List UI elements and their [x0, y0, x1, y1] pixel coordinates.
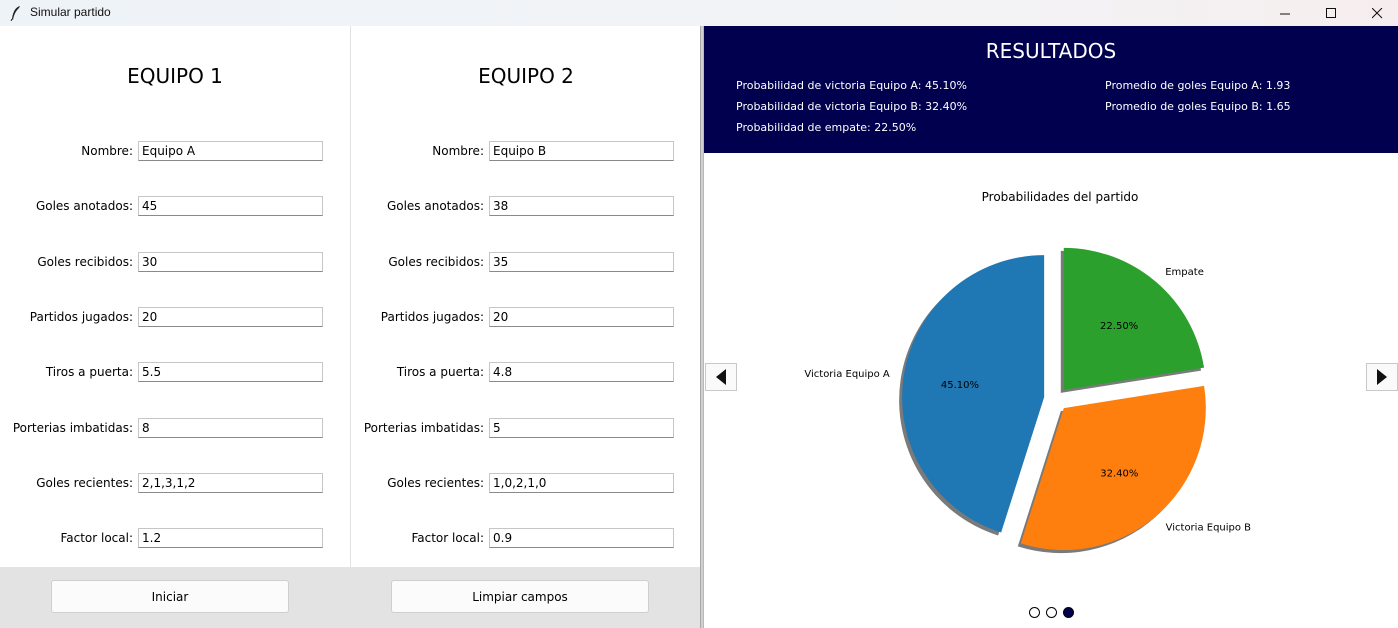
team2-field-recent-goals: Goles recientes: — [351, 473, 701, 495]
pie-pct-label: 22.50% — [1100, 321, 1138, 332]
team2-shots-on-target-input[interactable] — [489, 362, 674, 382]
team2-goals-conceded-input[interactable] — [489, 252, 674, 272]
team1-clean-sheets-input[interactable] — [138, 418, 323, 438]
action-bar: Iniciar Limpiar campos — [0, 567, 700, 628]
pie-category-label: Empate — [1165, 267, 1204, 278]
pie-category-label: Victoria Equipo A — [804, 369, 890, 380]
window-title: Simular partido — [30, 5, 111, 19]
prob-team-b: Probabilidad de victoria Equipo B: 32.40… — [736, 100, 968, 113]
team2-title: EQUIPO 2 — [478, 64, 574, 88]
page-dot-1[interactable] — [1029, 607, 1040, 618]
field-label: Partidos jugados: — [29, 310, 133, 324]
page-indicator — [1029, 607, 1079, 621]
minimize-button[interactable] — [1262, 0, 1308, 26]
team1-name-input[interactable] — [138, 141, 323, 161]
team1-field-home-factor: Factor local: — [0, 528, 350, 550]
team1-title: EQUIPO 1 — [127, 64, 223, 88]
team1-home-factor-input[interactable] — [138, 528, 323, 548]
field-label: Goles recientes: — [387, 476, 484, 490]
team2-field-matches-played: Partidos jugados: — [351, 307, 701, 329]
results-title: RESULTADOS — [985, 39, 1117, 63]
chart-title: Probabilidades del partido — [982, 190, 1139, 204]
minimize-icon — [1279, 13, 1290, 14]
team2-name-input[interactable] — [489, 141, 674, 161]
arrow-left-icon — [716, 369, 726, 385]
field-label: Goles recientes: — [36, 476, 133, 490]
team1-field-recent-goals: Goles recientes: — [0, 473, 350, 495]
field-label: Porterias imbatidas: — [12, 421, 133, 435]
field-label: Tiros a puerta: — [396, 365, 484, 379]
results-panel: RESULTADOS Probabilidad de victoria Equi… — [704, 26, 1398, 628]
field-label: Factor local: — [411, 531, 484, 545]
pie-pct-label: 45.10% — [941, 380, 979, 391]
field-label: Nombre: — [81, 144, 133, 158]
pie-slice-victoria-equipo-a — [902, 255, 1045, 533]
team2-goals-scored-input[interactable] — [489, 196, 674, 216]
team2-field-goals-scored: Goles anotados: — [351, 196, 701, 218]
close-icon — [1371, 7, 1382, 18]
input-panel: EQUIPO 1 Nombre: Goles anotados: Goles r… — [0, 26, 700, 628]
page-dot-2[interactable] — [1046, 607, 1057, 618]
team2-home-factor-input[interactable] — [489, 528, 674, 548]
field-label: Partidos jugados: — [380, 310, 484, 324]
team2-form: EQUIPO 2 Nombre: Goles anotados: Goles r… — [350, 26, 700, 567]
team2-field-clean-sheets: Porterias imbatidas: — [351, 418, 701, 440]
pie-chart: Probabilidades del partido 45.10% Victori… — [804, 190, 1252, 554]
next-chart-button[interactable] — [1366, 363, 1398, 391]
field-label: Porterias imbatidas: — [363, 421, 484, 435]
team2-recent-goals-input[interactable] — [489, 473, 674, 493]
results-header: RESULTADOS Probabilidad de victoria Equi… — [704, 26, 1398, 153]
team2-field-shots-on-target: Tiros a puerta: — [351, 362, 701, 384]
field-label: Goles recibidos: — [388, 255, 484, 269]
team1-form: EQUIPO 1 Nombre: Goles anotados: Goles r… — [0, 26, 350, 567]
maximize-icon — [1325, 7, 1336, 18]
prob-draw: Probabilidad de empate: 22.50% — [736, 121, 917, 134]
team1-field-clean-sheets: Porterias imbatidas: — [0, 418, 350, 440]
team1-matches-played-input[interactable] — [138, 307, 323, 327]
field-label: Goles anotados: — [35, 199, 133, 213]
team1-shots-on-target-input[interactable] — [138, 362, 323, 382]
close-button[interactable] — [1354, 0, 1398, 26]
team1-goals-scored-input[interactable] — [138, 196, 323, 216]
clear-fields-button[interactable]: Limpiar campos — [391, 580, 649, 613]
field-label: Goles anotados: — [386, 199, 484, 213]
team1-field-goals-scored: Goles anotados: — [0, 196, 350, 218]
title-bar: Simular partido — [0, 0, 1398, 26]
field-label: Factor local: — [60, 531, 133, 545]
team1-field-matches-played: Partidos jugados: — [0, 307, 350, 329]
team1-field-name: Nombre: — [0, 141, 350, 163]
maximize-button[interactable] — [1308, 0, 1354, 26]
team1-recent-goals-input[interactable] — [138, 473, 323, 493]
pie-category-label: Victoria Equipo B — [1166, 523, 1252, 534]
team2-clean-sheets-input[interactable] — [489, 418, 674, 438]
pie-pct-label: 32.40% — [1100, 469, 1138, 480]
field-label: Tiros a puerta: — [45, 365, 133, 379]
prob-team-a: Probabilidad de victoria Equipo A: 45.10… — [736, 79, 967, 92]
field-label: Nombre: — [432, 144, 484, 158]
feather-icon — [10, 6, 20, 21]
field-label: Goles recibidos: — [37, 255, 133, 269]
team1-field-goals-conceded: Goles recibidos: — [0, 252, 350, 274]
team1-field-shots-on-target: Tiros a puerta: — [0, 362, 350, 384]
team2-field-name: Nombre: — [351, 141, 701, 163]
page-dot-3[interactable] — [1063, 607, 1074, 618]
avg-goals-team-b: Promedio de goles Equipo B: 1.65 — [1105, 100, 1291, 113]
previous-chart-button[interactable] — [705, 363, 737, 391]
team2-field-home-factor: Factor local: — [351, 528, 701, 550]
team2-matches-played-input[interactable] — [489, 307, 674, 327]
team1-goals-conceded-input[interactable] — [138, 252, 323, 272]
avg-goals-team-a: Promedio de goles Equipo A: 1.93 — [1105, 79, 1291, 92]
team2-field-goals-conceded: Goles recibidos: — [351, 252, 701, 274]
arrow-right-icon — [1377, 369, 1387, 385]
start-button[interactable]: Iniciar — [51, 580, 289, 613]
